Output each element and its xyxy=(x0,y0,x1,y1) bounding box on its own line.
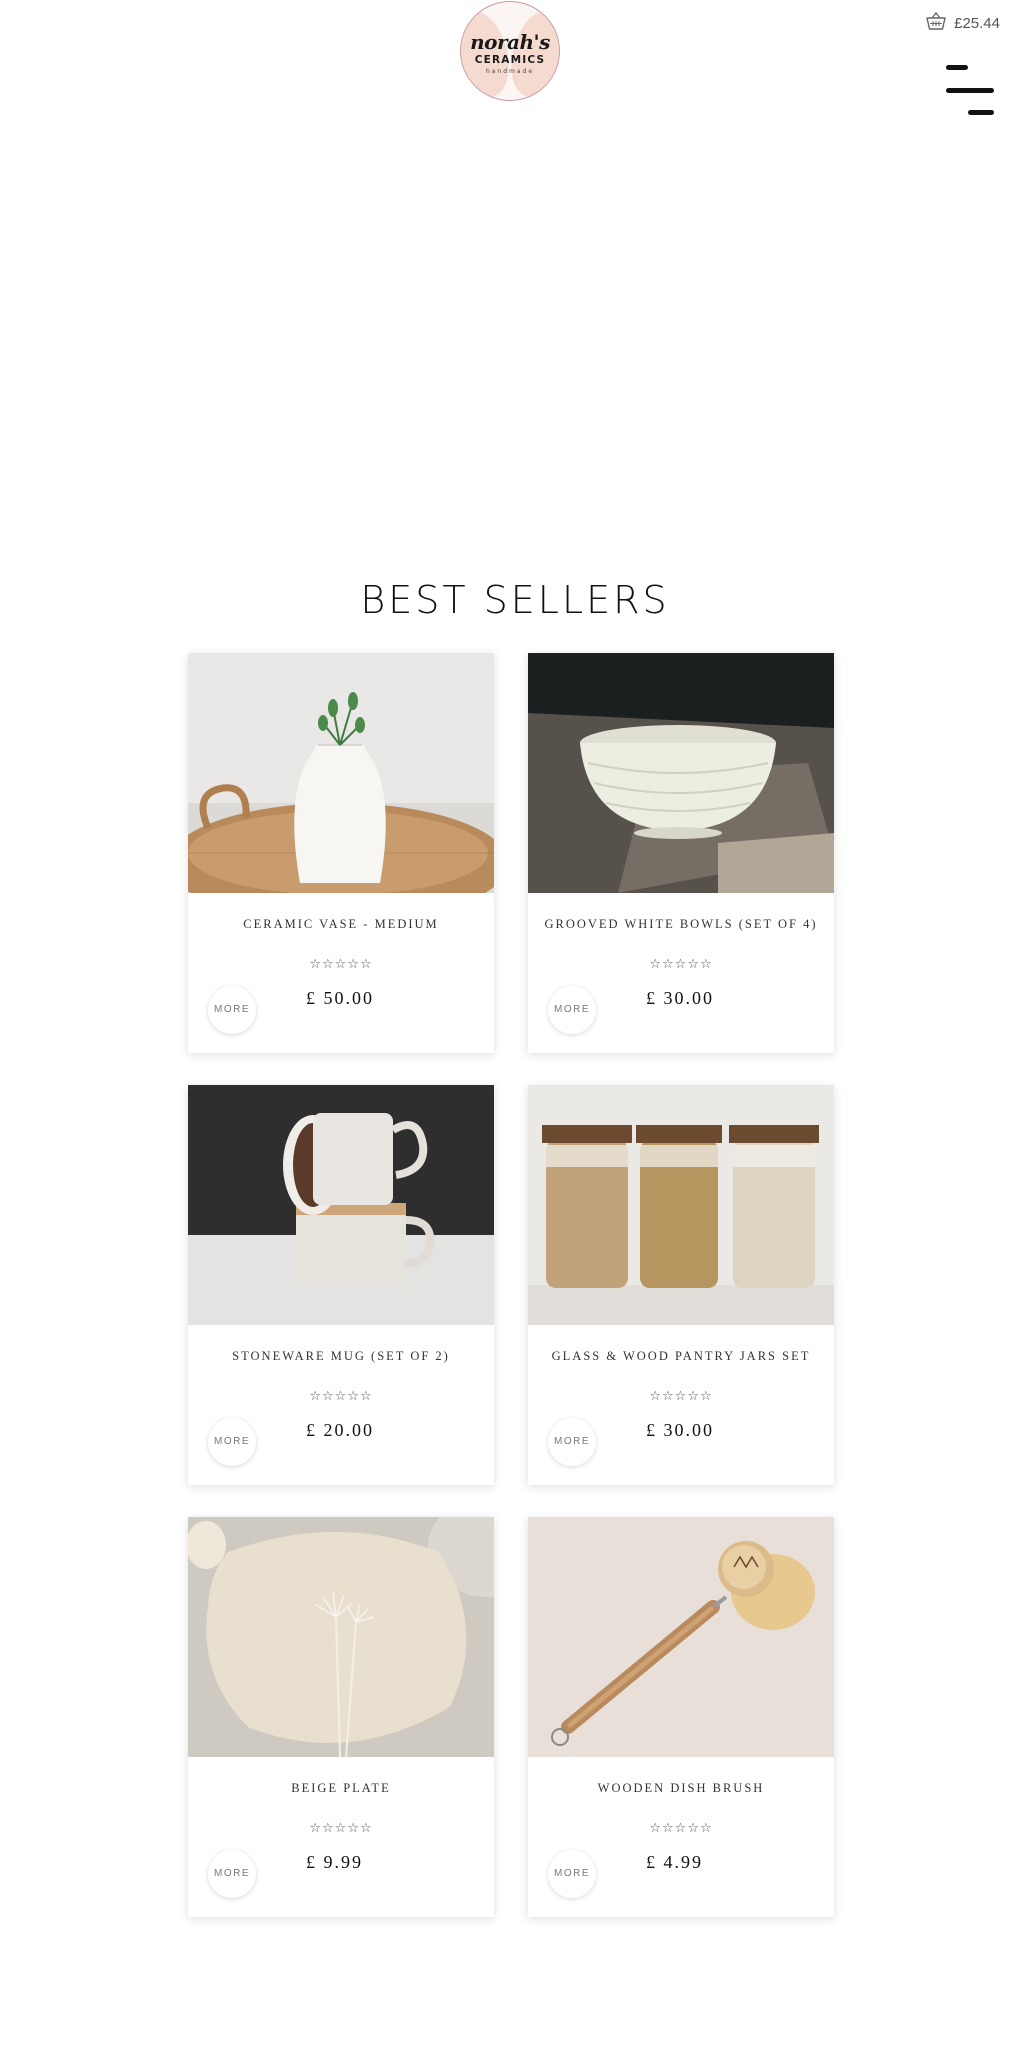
menu-line-1 xyxy=(946,65,968,70)
product-card[interactable]: CERAMIC VASE - MEDIUM ☆☆☆☆☆ £ 50.00 MORE xyxy=(188,653,494,1053)
cart-link[interactable]: £25.44 xyxy=(926,11,1000,34)
menu-line-3 xyxy=(968,110,994,115)
product-card[interactable]: BEIGE PLATE ☆☆☆☆☆ £ 9.99 MORE xyxy=(188,1517,494,1917)
product-price: £ 9.99 xyxy=(306,1852,363,1872)
product-name[interactable]: CERAMIC VASE - MEDIUM xyxy=(188,917,494,932)
product-name[interactable]: STONEWARE MUG (SET OF 2) xyxy=(188,1349,494,1364)
brand-logo[interactable]: norah's CERAMICS handmade xyxy=(460,1,560,101)
product-card[interactable]: WOODEN DISH BRUSH ☆☆☆☆☆ £ 4.99 MORE xyxy=(528,1517,834,1917)
product-price: £ 30.00 xyxy=(646,988,714,1008)
product-name[interactable]: GLASS & WOOD PANTRY JARS SET xyxy=(528,1349,834,1364)
logo-wordmark: norah's xyxy=(470,30,550,54)
product-image[interactable] xyxy=(528,1517,834,1757)
menu-line-2 xyxy=(946,88,994,93)
more-button[interactable]: MORE xyxy=(548,1418,596,1466)
product-name[interactable]: GROOVED WHITE BOWLS (SET OF 4) xyxy=(528,917,834,932)
more-button[interactable]: MORE xyxy=(548,986,596,1034)
star-rating: ☆☆☆☆☆ xyxy=(649,957,713,972)
product-name[interactable]: BEIGE PLATE xyxy=(188,1781,494,1796)
star-rating: ☆☆☆☆☆ xyxy=(309,1389,373,1404)
star-rating: ☆☆☆☆☆ xyxy=(309,1821,373,1836)
product-card[interactable]: GROOVED WHITE BOWLS (SET OF 4) ☆☆☆☆☆ £ 3… xyxy=(528,653,834,1053)
product-image[interactable] xyxy=(188,1085,494,1325)
cart-total: £25.44 xyxy=(954,14,1000,32)
product-card[interactable]: GLASS & WOOD PANTRY JARS SET ☆☆☆☆☆ £ 30.… xyxy=(528,1085,834,1485)
product-price: £ 50.00 xyxy=(306,988,374,1008)
product-image[interactable] xyxy=(188,1517,494,1757)
product-card[interactable]: STONEWARE MUG (SET OF 2) ☆☆☆☆☆ £ 20.00 M… xyxy=(188,1085,494,1485)
site-header: norah's CERAMICS handmade £25.44 xyxy=(0,0,1030,115)
product-image[interactable] xyxy=(188,653,494,893)
product-price: £ 30.00 xyxy=(646,1420,714,1440)
star-rating: ☆☆☆☆☆ xyxy=(649,1821,713,1836)
star-rating: ☆☆☆☆☆ xyxy=(309,957,373,972)
product-price: £ 20.00 xyxy=(306,1420,374,1440)
more-button[interactable]: MORE xyxy=(208,1418,256,1466)
more-button[interactable]: MORE xyxy=(548,1850,596,1898)
more-button[interactable]: MORE xyxy=(208,1850,256,1898)
more-button[interactable]: MORE xyxy=(208,986,256,1034)
product-image[interactable] xyxy=(528,1085,834,1325)
hamburger-menu-button[interactable] xyxy=(944,62,996,118)
basket-icon xyxy=(926,11,946,34)
best-sellers-title: BEST SELLERS xyxy=(360,578,670,622)
logo-tagline: handmade xyxy=(485,68,535,75)
product-image[interactable] xyxy=(528,653,834,893)
logo-subtitle: CERAMICS xyxy=(474,54,546,66)
product-name[interactable]: WOODEN DISH BRUSH xyxy=(528,1781,834,1796)
product-price: £ 4.99 xyxy=(646,1852,703,1872)
star-rating: ☆☆☆☆☆ xyxy=(649,1389,713,1404)
